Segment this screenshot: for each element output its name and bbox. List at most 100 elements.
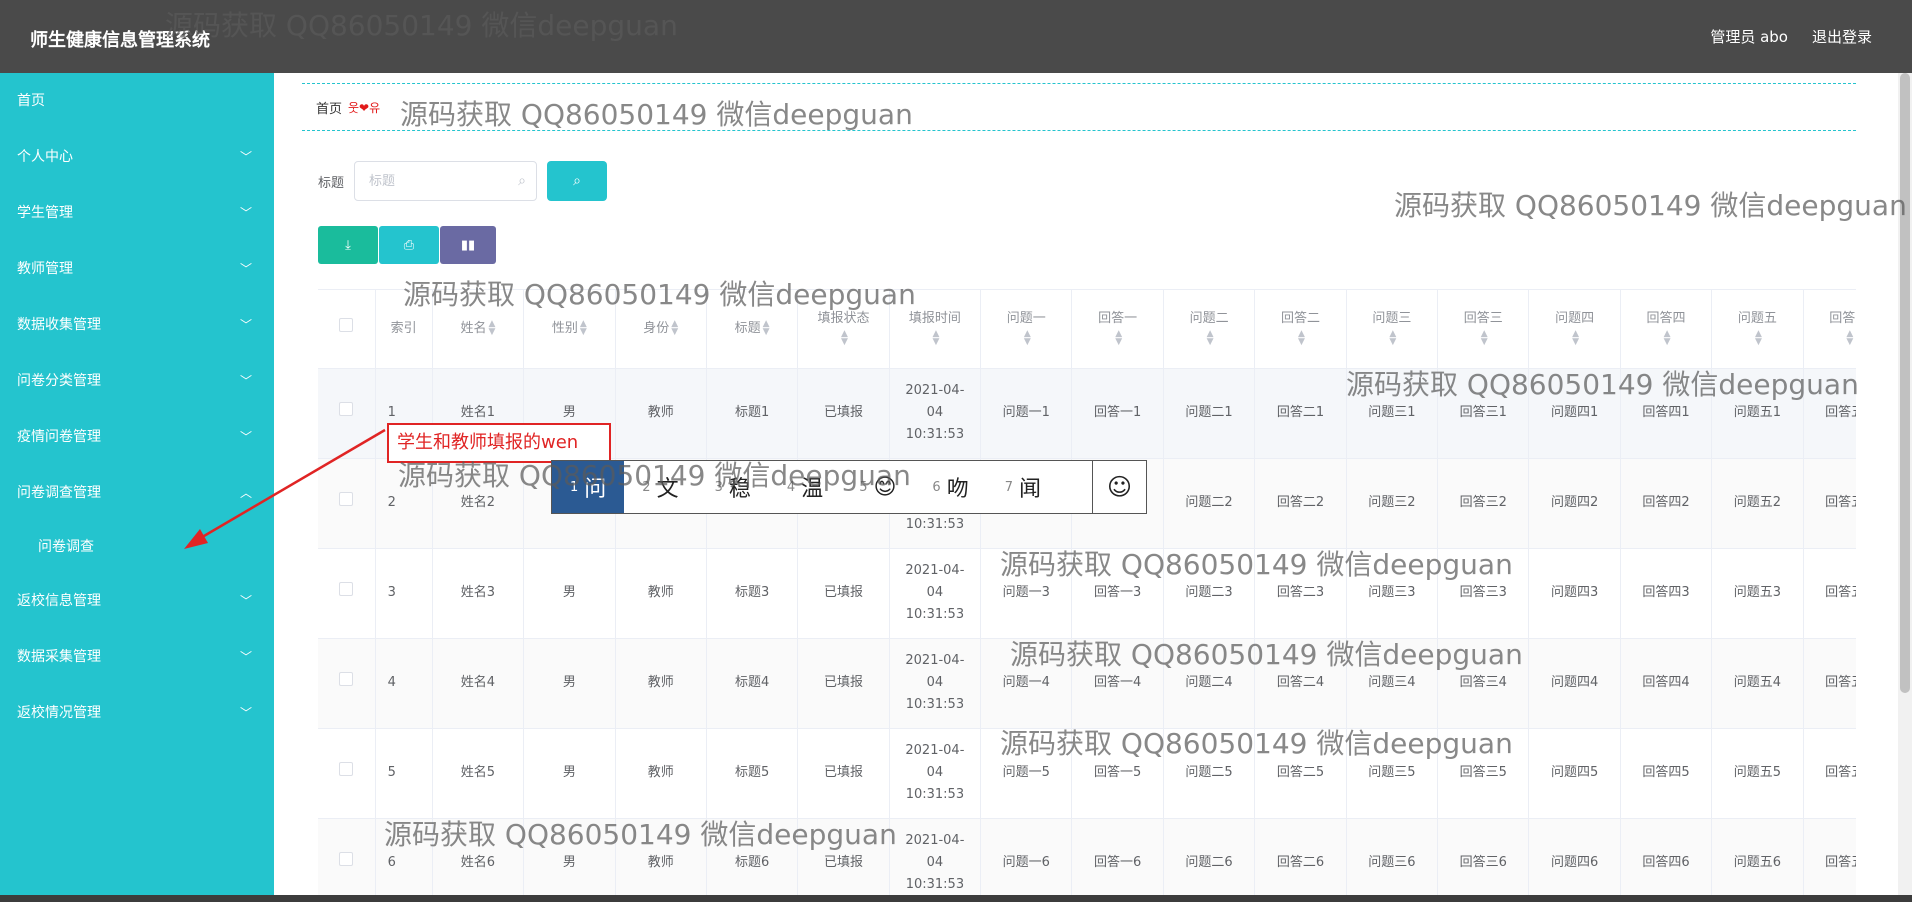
sort-icon[interactable]: ▲ ▼ <box>1572 330 1579 347</box>
sidebar-item-students[interactable]: 学生管理 ﹀ <box>0 185 274 241</box>
table-cell: 男 <box>523 818 616 902</box>
table-cell: 2021-04-04 10:31:53 <box>889 638 982 729</box>
row-checkbox[interactable] <box>318 548 376 639</box>
table-cell: 男 <box>523 548 616 639</box>
table-cell: 回答四3 <box>1620 548 1713 639</box>
table-cell: 回答一1 <box>1071 368 1164 459</box>
column-header[interactable]: 问题一 ▲ ▼ <box>980 290 1073 369</box>
row-checkbox[interactable] <box>318 818 376 902</box>
print-button[interactable]: ⎙ <box>379 226 439 264</box>
table-cell: 问题四2 <box>1528 458 1621 549</box>
search-input[interactable] <box>355 162 506 200</box>
sort-icon[interactable]: ▲ ▼ <box>1755 330 1762 347</box>
table-cell: 回答一3 <box>1071 548 1164 639</box>
sidebar-item-data-collection[interactable]: 数据收集管理 ﹀ <box>0 297 274 353</box>
sort-icon[interactable]: ▲ ▼ <box>580 320 587 337</box>
sort-icon[interactable]: ▲ ▼ <box>1298 330 1305 347</box>
sidebar-item-return-status[interactable]: 返校情况管理 ﹀ <box>0 685 274 741</box>
row-checkbox[interactable] <box>318 728 376 819</box>
logout-button[interactable]: 退出登录 <box>1812 26 1872 47</box>
sort-icon[interactable]: ▲ ▼ <box>1207 330 1214 347</box>
sidebar-item-label: 返校信息管理 <box>17 593 101 609</box>
checkbox[interactable] <box>339 672 354 686</box>
checkbox[interactable] <box>339 402 354 416</box>
sort-icon[interactable]: ▲ ▼ <box>1389 330 1396 347</box>
row-checkbox[interactable] <box>318 638 376 729</box>
annotation-textbox[interactable]: 学生和教师填报的wen <box>387 423 611 463</box>
column-header[interactable]: 问题二 ▲ ▼ <box>1163 290 1256 369</box>
sidebar-item-data-gathering[interactable]: 数据采集管理 ﹀ <box>0 629 274 685</box>
column-header[interactable]: 性别 ▲ ▼ <box>523 290 616 369</box>
ime-candidate[interactable]: 3稳 <box>697 461 769 513</box>
sort-icon[interactable]: ▲ ▼ <box>1024 330 1031 347</box>
select-all-checkbox[interactable] <box>318 290 376 369</box>
sort-icon[interactable]: ▲ ▼ <box>1481 330 1488 347</box>
export-button[interactable]: ⤓ <box>318 226 378 264</box>
table-cell: 4 <box>375 638 433 729</box>
ime-candidate[interactable]: 6吻 <box>914 461 986 513</box>
table-cell: 2021-04-04 10:31:53 <box>889 818 982 902</box>
ime-emoji-button[interactable]: ☺ <box>1092 461 1146 513</box>
column-header[interactable]: 身份 ▲ ▼ <box>615 290 707 369</box>
column-header[interactable]: 回答三 ▲ ▼ <box>1437 290 1530 369</box>
table-cell: 问题二4 <box>1163 638 1256 729</box>
sort-icon[interactable]: ▲ ▼ <box>1115 330 1122 347</box>
chevron-down-icon: ﹀ <box>239 206 252 220</box>
table-cell: 问题三6 <box>1346 818 1439 902</box>
sort-icon[interactable]: ▲ ▼ <box>841 330 848 347</box>
chevron-down-icon: ﹀ <box>239 318 252 332</box>
sort-icon[interactable]: ▲ ▼ <box>763 320 770 337</box>
column-header[interactable]: 问题五 ▲ ▼ <box>1711 290 1804 369</box>
sort-icon[interactable]: ▲ ▼ <box>671 320 678 337</box>
chevron-down-icon: ﹀ <box>239 706 252 720</box>
breadcrumb-home[interactable]: 首页 <box>316 98 342 117</box>
search-button[interactable]: ⌕ <box>547 161 608 201</box>
table-cell: 问题四4 <box>1528 638 1621 729</box>
checkbox[interactable] <box>339 318 354 333</box>
sidebar-item-personal[interactable]: 个人中心 ﹀ <box>0 129 274 185</box>
search-icon: ⌕ <box>573 173 581 189</box>
column-header[interactable]: 姓名 ▲ ▼ <box>432 290 525 369</box>
scroll-thumb[interactable] <box>1900 73 1910 693</box>
column-header[interactable]: 回答一 ▲ ▼ <box>1071 290 1164 369</box>
table-cell: 标题6 <box>706 818 799 902</box>
column-header[interactable]: 回答二 ▲ ▼ <box>1254 290 1347 369</box>
sort-icon[interactable]: ▲ ▼ <box>932 330 939 347</box>
table-cell: 问题三5 <box>1346 728 1439 819</box>
column-header[interactable]: 填报状态 ▲ ▼ <box>797 290 890 369</box>
column-header[interactable]: 回答五▲▼ <box>1803 290 1856 369</box>
sidebar-item-survey-category[interactable]: 问卷分类管理 ﹀ <box>0 353 274 409</box>
checkbox[interactable] <box>339 852 354 866</box>
checkbox[interactable] <box>339 762 354 776</box>
search-field[interactable]: ⌕ <box>354 161 538 201</box>
table-cell: 问题二1 <box>1163 368 1256 459</box>
checkbox[interactable] <box>339 582 354 596</box>
sort-icon[interactable]: ▲ ▼ <box>488 320 495 337</box>
sort-icon[interactable]: ▲ ▼ <box>1664 330 1671 347</box>
sidebar-item-label: 个人中心 <box>17 149 73 165</box>
column-header[interactable]: 问题三 ▲ ▼ <box>1346 290 1439 369</box>
chart-button[interactable]: ▮▮ <box>440 226 496 264</box>
user-name[interactable]: 管理员 abo <box>1710 26 1788 47</box>
column-header[interactable]: 回答四 ▲ ▼ <box>1620 290 1713 369</box>
ime-candidate[interactable]: 2文 <box>624 461 696 513</box>
table-cell: 3 <box>375 548 433 639</box>
table-cell: 教师 <box>615 368 707 459</box>
ime-candidate[interactable]: 5 😊 <box>841 461 914 513</box>
ime-candidate[interactable]: 1问 <box>552 461 625 513</box>
sidebar-item-home[interactable]: 首页 <box>0 73 274 129</box>
ime-candidate[interactable]: 7闻 <box>987 461 1059 513</box>
column-header[interactable]: 填报时间 ▲ ▼ <box>889 290 982 369</box>
table-cell: 回答二5 <box>1254 728 1347 819</box>
sort-icon[interactable]: ▲ ▼ <box>1846 330 1853 347</box>
page-scrollbar[interactable] <box>1898 73 1912 902</box>
table-cell: 标题5 <box>706 728 799 819</box>
column-header[interactable]: 问题四 ▲ ▼ <box>1528 290 1621 369</box>
ime-candidate[interactable]: 4温 <box>769 461 841 513</box>
table-header: 索引 姓名 ▲ ▼ 性别 ▲ ▼ 身份 ▲ ▼ 标题 ▲ ▼ 填报状态 ▲ ▼ 填报时间 ▲ ▼ 问题一… <box>318 290 1856 369</box>
sidebar-item-return-info[interactable]: 返校信息管理 ﹀ <box>0 573 274 629</box>
table-cell: 2021-04-04 10:31:53 <box>889 728 982 819</box>
table-cell: 问题四1 <box>1528 368 1621 459</box>
sidebar-item-teachers[interactable]: 教师管理 ﹀ <box>0 241 274 297</box>
column-header[interactable]: 标题 ▲ ▼ <box>706 290 799 369</box>
